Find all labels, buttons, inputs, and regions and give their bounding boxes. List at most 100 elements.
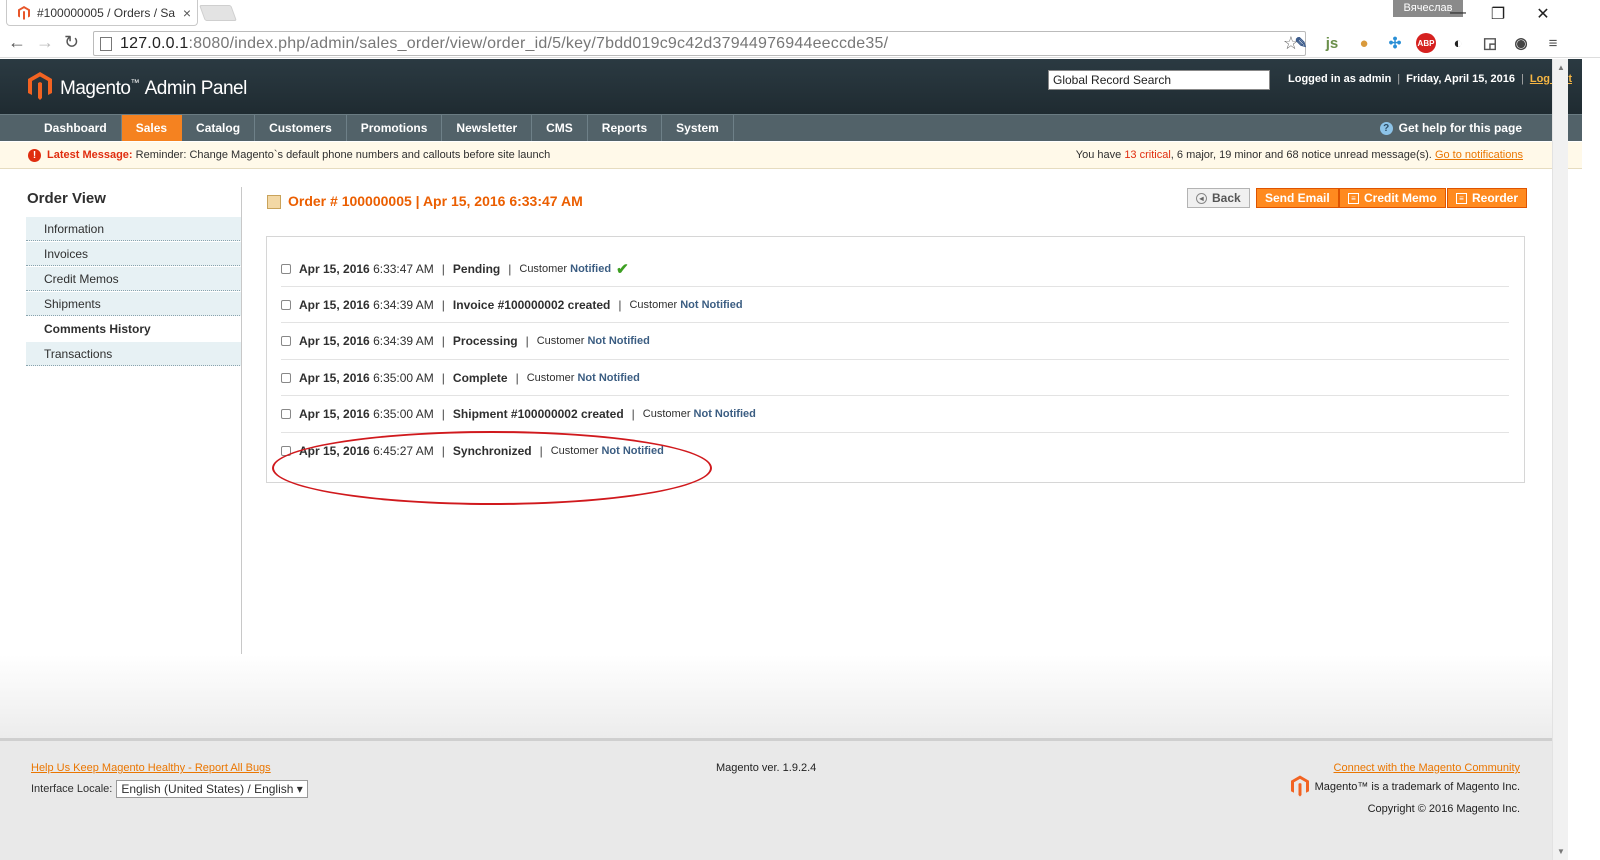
row-checkbox[interactable] [281, 263, 291, 274]
customer-notification: Customer Not Notified [527, 372, 640, 384]
sidebar-divider [241, 187, 242, 654]
back-arrow-icon[interactable]: ← [8, 32, 26, 53]
js-icon[interactable]: js [1322, 33, 1342, 53]
history-date: Apr 15, 2016 [299, 334, 370, 349]
row-checkbox[interactable] [281, 409, 291, 420]
customer-label: Customer [519, 262, 568, 275]
nav-item-system[interactable]: System [662, 115, 734, 141]
nav-item-customers[interactable]: Customers [255, 115, 347, 141]
customer-label: Customer [642, 408, 691, 421]
sidebar-item-comments-history[interactable]: Comments History [26, 316, 242, 341]
separator: | [508, 261, 512, 276]
forward-arrow-icon[interactable]: → [36, 32, 54, 53]
customer-notification: Customer Not Notified [537, 335, 650, 347]
locale-label: Interface Locale: [31, 783, 113, 795]
history-row: Apr 15, 2016 6:34:39 AM | Processing | Custo… [281, 324, 1509, 360]
notification-bar: ! Latest Message: Reminder: Change Magen… [0, 142, 1582, 169]
vertical-scrollbar[interactable]: ▲ ▼ [1552, 59, 1568, 860]
nav-item-dashboard[interactable]: Dashboard [30, 115, 122, 141]
latest-message-text: Reminder: Change Magento`s default phone… [135, 149, 551, 161]
help-label: Get help for this page [1398, 121, 1522, 135]
history-date: Apr 15, 2016 [299, 261, 370, 276]
separator: | [441, 261, 445, 276]
magento-logo-icon [28, 72, 52, 100]
customer-label: Customer [629, 298, 678, 311]
eye-off-icon[interactable]: ◉ [1511, 33, 1531, 53]
credit-memo-button[interactable]: ≡ Credit Memo [1339, 188, 1446, 208]
page-icon [100, 36, 112, 51]
minimize-icon[interactable]: — [1448, 4, 1468, 22]
nav-item-newsletter[interactable]: Newsletter [442, 115, 533, 141]
history-date: Apr 15, 2016 [299, 370, 370, 385]
row-checkbox[interactable] [281, 299, 291, 310]
row-checkbox[interactable] [281, 372, 291, 383]
history-time: 6:35:00 AM [373, 370, 434, 385]
magento-version: Magento ver. 1.9.2.4 [716, 762, 817, 774]
separator: | [515, 370, 519, 385]
history-date: Apr 15, 2016 [299, 297, 370, 312]
page-title: Order # 100000005 | Apr 15, 2016 6:33:47… [288, 193, 583, 209]
locale-select[interactable]: English (United States) / English ▾ [116, 780, 308, 798]
nav-item-catalog[interactable]: Catalog [182, 115, 256, 141]
notified-status: Notified [570, 262, 612, 275]
address-bar[interactable]: 127.0.0.1:8080/index.php/admin/sales_ord… [93, 31, 1306, 56]
back-button[interactable]: ◂ Back [1187, 188, 1250, 208]
tab-close-icon[interactable]: × [183, 5, 191, 21]
history-time: 6:33:47 AM [373, 261, 434, 276]
global-search-input[interactable] [1048, 70, 1270, 90]
trademark-text: Magento™ is a trademark of Magento Inc. [1314, 781, 1520, 793]
nav-item-sales[interactable]: Sales [121, 115, 183, 141]
history-row: Apr 15, 2016 6:33:47 AM | Pending | Customer… [281, 251, 1509, 287]
menu-icon[interactable]: ≡ [1543, 33, 1563, 53]
rss-icon[interactable]: ◲ [1480, 33, 1500, 53]
admin-header: Magento™ Admin Panel Logged in as admin|… [0, 59, 1582, 114]
separator: | [441, 334, 445, 349]
nav-item-cms[interactable]: CMS [532, 115, 588, 141]
brand-name: Magento [60, 78, 131, 99]
report-bugs-link[interactable]: Help Us Keep Magento Healthy - Report Al… [31, 762, 271, 774]
eyedropper-icon[interactable]: ✎ [1291, 33, 1311, 53]
adblock-icon[interactable]: ABP [1416, 33, 1436, 53]
notified-status: Not Notified [680, 298, 743, 311]
annotation-ellipse [272, 431, 712, 505]
community-link[interactable]: Connect with the Magento Community [1334, 762, 1520, 774]
copyright-text: Copyright © 2016 Magento Inc. [1367, 803, 1520, 815]
reorder-button[interactable]: ≡ Reorder [1447, 188, 1528, 208]
user-info: Logged in as admin | Friday, April 15, 201… [1288, 73, 1573, 85]
tab-title: #100000005 / Orders / Sa [37, 5, 176, 20]
send-email-label: Send Email [1265, 191, 1330, 205]
credit-memo-label: Credit Memo [1364, 191, 1437, 205]
notified-status: Not Notified [587, 335, 650, 348]
help-link[interactable]: ? Get help for this page [1379, 115, 1522, 141]
scroll-down-icon[interactable]: ▼ [1557, 847, 1565, 856]
history-row: Apr 15, 2016 6:34:39 AM | Invoice #1000000… [281, 287, 1509, 324]
row-checkbox[interactable] [281, 336, 291, 347]
sidebar-item-invoices[interactable]: Invoices [26, 241, 242, 266]
go-to-notifications-link[interactable]: Go to notifications [1435, 149, 1523, 161]
restore-icon[interactable]: ❐ [1488, 4, 1508, 24]
sidebar-item-credit-memos[interactable]: Credit Memos [26, 266, 242, 291]
nav-item-reports[interactable]: Reports [588, 115, 663, 141]
scroll-up-icon[interactable]: ▲ [1557, 63, 1565, 72]
cookie-icon[interactable]: ● [1354, 33, 1374, 53]
sidebar-item-transactions[interactable]: Transactions [26, 341, 242, 366]
url-host: 127.0.0.1 [120, 34, 189, 52]
alert-icon: ! [28, 149, 41, 162]
order-icon [267, 195, 281, 209]
reload-icon[interactable]: ↻ [64, 32, 79, 53]
contrast-icon[interactable]: ◐ [1448, 33, 1468, 53]
customer-notification: Customer Not Notified [643, 408, 756, 420]
browser-tab[interactable]: #100000005 / Orders / Sa × [6, 0, 198, 26]
history-status: Shipment #100000002 created [452, 407, 624, 422]
footer-fade [0, 655, 1552, 738]
new-tab-button[interactable] [199, 5, 237, 21]
notified-check-icon: ✔ [616, 260, 629, 278]
sidebar-item-information[interactable]: Information [26, 216, 242, 241]
nav-item-promotions[interactable]: Promotions [347, 115, 443, 141]
network-icon[interactable]: ✣ [1385, 33, 1405, 53]
window-close-icon[interactable]: ✕ [1533, 4, 1553, 24]
send-email-button[interactable]: Send Email [1256, 188, 1339, 208]
sidebar-item-shipments[interactable]: Shipments [26, 291, 242, 316]
sidebar-title: Order View [27, 190, 106, 207]
notified-status: Not Notified [577, 371, 640, 384]
